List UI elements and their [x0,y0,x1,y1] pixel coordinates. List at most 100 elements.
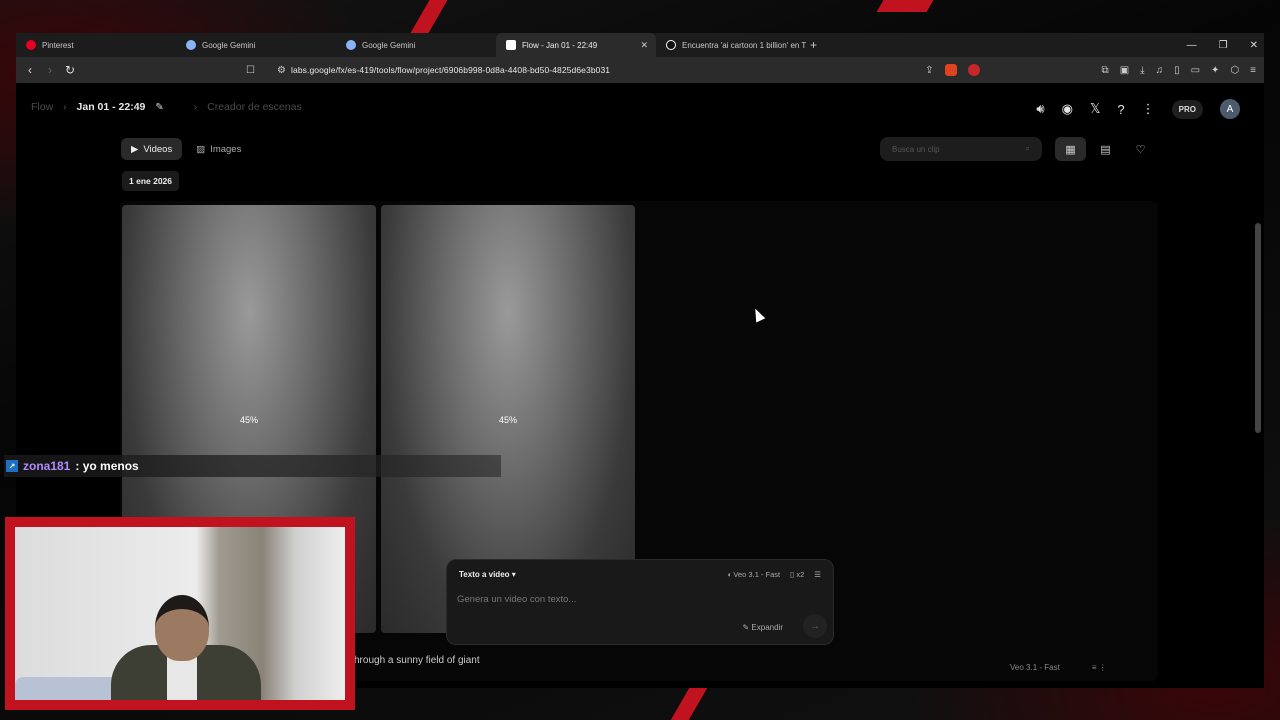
tab-title: Flow - Jan 01 - 22:49 [522,40,598,50]
url-left-icons: ☐ ⚙ [246,65,286,76]
address-bar: ‹ › ↻ ☐ ⚙ labs.google/fx/es-419/tools/fl… [16,57,1264,83]
tab-tiktok[interactable]: Encuentra 'ai cartoon 1 billion' en Tik [656,33,806,57]
clip-caption: hrough a sunny field of giant [354,655,480,666]
avatar[interactable]: A [1220,99,1240,119]
tab-title: Google Gemini [362,40,416,50]
toolbar-icons: ⇪ ⧉ ▣ ⤓ ♫ ▯ ▭ ✦ ⬡ ≡ [925,64,1256,76]
progress-label: 45% [498,415,517,425]
mode-select[interactable]: Texto a video ▾ [459,570,516,579]
header-actions: 🔊︎ ◉ 𝕏 ? ⋮ PRO A [1036,99,1240,119]
project-title: Jan 01 - 22:49 [76,101,146,113]
search-placeholder: Busca un clip [892,144,940,154]
favorite-icon[interactable]: ♡ [1125,137,1156,161]
close-window-icon[interactable]: ✕ [1250,40,1258,51]
filter-images[interactable]: ▨ Images [186,138,251,160]
scrollbar[interactable] [1255,223,1261,433]
webcam-overlay [5,517,355,710]
search-input[interactable]: Busca un clip ⌕ [880,137,1042,161]
progress-label: 45% [239,415,258,425]
decorative-stripe [876,0,934,12]
search-icon: ⌕ [1025,144,1030,153]
grid-view-icon[interactable]: ▦ [1055,137,1086,161]
model-select[interactable]: ◖ Veo 3.1 - Fast [727,570,780,579]
edit-icon[interactable]: ✎ [155,102,163,113]
leo-icon[interactable]: ✦ [1211,65,1219,76]
gemini-icon [186,40,196,50]
sidebar-icon[interactable]: ▯ [1174,65,1180,76]
share-icon[interactable]: ⇪ [925,65,933,76]
stream-chat-message: ↗ zona181 : yo menos [4,455,501,477]
image-icon: ▨ [196,143,206,155]
window-controls: — ❐ ✕ [1187,33,1258,57]
bookmark-icon[interactable]: ☐ [246,65,255,76]
clip-meta: Veo 3.1 - Fast ≡ ⋮ [1010,663,1107,672]
help-icon[interactable]: ? [1117,102,1124,117]
view-toggle: ▦ ▤ ♡ [1055,137,1156,161]
vpn-icon[interactable]: ⬡ [1230,65,1239,76]
chevron-right-icon: › [63,101,67,113]
close-icon[interactable]: ✕ [640,40,648,51]
prompt-composer: Texto a video ▾ ◖ Veo 3.1 - Fast ▯ x2 ☰ … [446,559,834,645]
brave-shields-icon[interactable] [944,64,957,76]
breadcrumb-section[interactable]: Creador de escenas [207,101,302,113]
settings-icon[interactable]: ☰ [814,570,821,579]
expand-button[interactable]: ✎ Expandir [742,623,783,632]
flow-icon [506,40,516,50]
music-icon[interactable]: ♫ [1156,65,1164,76]
back-icon[interactable]: ‹ [20,63,40,77]
site-settings-icon[interactable]: ⚙ [277,65,286,76]
filter-label: Images [210,143,242,155]
tab-pinterest[interactable]: Pinterest [16,33,176,57]
extensions-icon[interactable]: ⧉ [1102,65,1109,76]
url-field[interactable]: labs.google/fx/es-419/tools/flow/project… [291,65,610,75]
prompt-input[interactable]: Genera un video con texto... [457,594,576,605]
videocam-icon: ▶ [131,143,139,155]
chevron-down-icon: ▾ [511,570,516,579]
tab-title: Google Gemini [202,40,256,50]
minimize-icon[interactable]: — [1187,40,1197,51]
new-tab-button[interactable]: + [810,38,817,52]
tab-gemini[interactable]: Google Gemini [336,33,496,57]
tab-title: Pinterest [42,40,74,50]
reload-icon[interactable]: ↻ [60,63,80,77]
filter-videos[interactable]: ▶ Videos [121,138,183,160]
x-icon[interactable]: 𝕏 [1090,101,1100,117]
volume-icon[interactable]: 🔊︎ [1036,101,1044,117]
plan-badge: PRO [1171,99,1203,119]
expand-label: Expandir [751,623,783,632]
media-filter: ▶ Videos ▨ Images [121,138,251,160]
count-select[interactable]: ▯ x2 [790,570,804,579]
breadcrumb-root[interactable]: Flow [31,101,53,113]
webcam-background-object [15,677,125,700]
date-group-label: 1 ene 2026 [122,171,180,191]
chat-badge-icon: ↗ [6,460,18,472]
chat-username: zona181 [23,459,71,473]
menu-icon[interactable]: ≡ [1250,65,1256,76]
download-icon[interactable]: ⤓ [1140,65,1144,76]
tab-bar: Pinterest Google Gemini Google Gemini Fl… [16,33,1264,57]
count-label: x2 [796,570,805,579]
prompt-options: ◖ Veo 3.1 - Fast ▯ x2 ☰ [727,570,821,579]
send-button[interactable]: → [803,614,827,638]
gemini-icon [346,40,356,50]
model-label: Veo 3.1 - Fast [1010,663,1060,672]
mode-label: Texto a video [459,570,510,579]
discord-icon[interactable]: ◉ [1062,101,1073,117]
chevron-right-icon: › [193,101,198,113]
more-vert-icon[interactable]: ⋮ [1142,101,1155,117]
tab-title: Encuentra 'ai cartoon 1 billion' en Tik [682,40,806,50]
restore-icon[interactable]: ❐ [1219,40,1228,51]
tab-gemini[interactable]: Google Gemini [176,33,336,57]
wallet-icon[interactable]: ▭ [1191,65,1200,76]
options-icon[interactable]: ≡ ⋮ [1092,663,1107,672]
forward-icon[interactable]: › [40,63,60,77]
tab-flow[interactable]: Flow - Jan 01 - 22:49 ✕ [496,33,656,57]
webcam-feed [15,527,345,700]
table-view-icon[interactable]: ▤ [1090,137,1121,161]
breadcrumb: Flow › Jan 01 - 22:49 ✎ › Creador de esc… [31,101,302,113]
screenshot-icon[interactable]: ▣ [1120,65,1129,76]
webcam-person-head [155,595,209,661]
brave-rewards-icon[interactable] [967,64,980,76]
chat-text: : yo menos [75,459,139,473]
tiktok-icon [666,40,676,50]
